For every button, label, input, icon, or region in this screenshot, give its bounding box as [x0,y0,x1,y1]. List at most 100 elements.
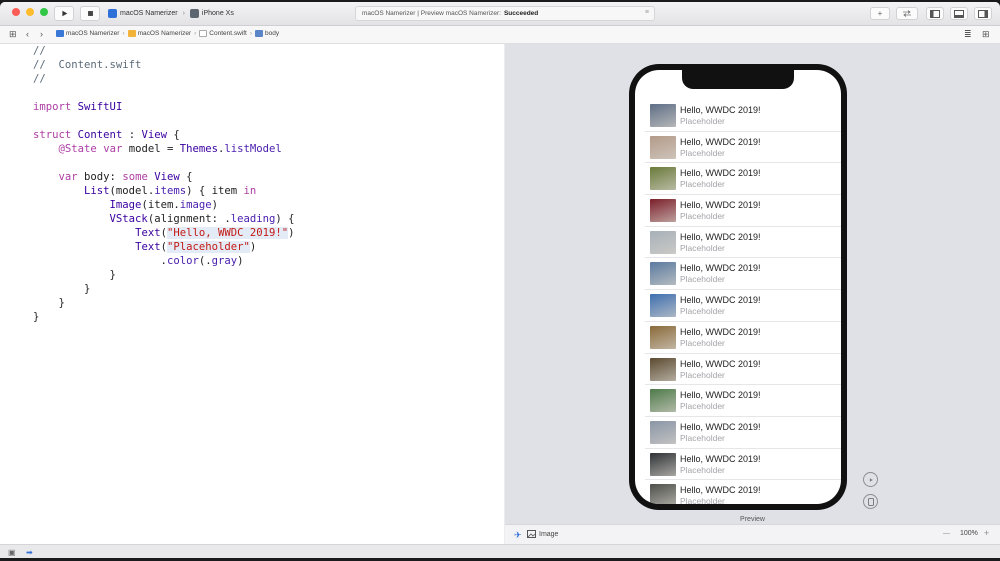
list-item[interactable]: Hello, WWDC 2019! Placeholder [645,385,841,417]
close-window-button[interactable] [12,8,20,16]
code-view[interactable]: //// Content.swift// import SwiftUI struct… [33,44,295,324]
chevron-right-icon: › [249,30,253,37]
code-line[interactable]: Image(item.image) [33,198,295,212]
code-line[interactable]: // [33,72,295,86]
code-line[interactable]: import SwiftUI [33,100,295,114]
pin-preview-button[interactable]: ✈ [514,530,522,541]
adjust-editor-icon[interactable]: ≣ [964,29,972,40]
device-icon [189,9,199,18]
property-icon [255,30,264,37]
zoom-in-button[interactable]: + [984,528,989,538]
list-item-image [650,420,676,444]
related-items-icon[interactable]: ⊞ [9,29,17,40]
code-line[interactable]: .color(.gray) [33,254,295,268]
device-notch [682,70,794,89]
list-item-image [650,357,676,381]
left-panel-icon [930,9,940,18]
swift-file-icon [199,30,208,37]
code-line[interactable]: VStack(alignment: .leading) { [33,212,295,226]
chevron-right-icon: › [122,30,125,37]
preview-label: Preview [740,516,765,523]
list-item[interactable]: Hello, WWDC 2019! Placeholder [645,322,841,354]
toggle-debug-button[interactable] [950,7,968,20]
run-button[interactable] [54,6,74,21]
xcode-window: macOS Namerizer › iPhone Xs macOS Nameri… [0,2,1000,558]
scheme-name: macOS Namerizer [120,10,178,17]
live-preview-button[interactable] [863,472,878,487]
list-item[interactable]: Hello, WWDC 2019! Placeholder [645,258,841,291]
activity-menu-icon[interactable]: ≡ [645,9,649,16]
pin-icon: ✈ [514,530,522,540]
code-line[interactable]: var body: some View { [33,170,295,184]
list-item[interactable]: Hello, WWDC 2019! Placeholder [645,227,841,259]
selected-item[interactable]: Image [527,530,558,538]
list-item[interactable]: Hello, WWDC 2019! Placeholder [645,290,841,322]
list-item[interactable]: Hello, WWDC 2019! Placeholder [645,100,841,132]
list-item[interactable]: Hello, WWDC 2019! Placeholder [645,417,841,449]
breadcrumb-project[interactable]: macOS Namerizer [56,30,119,37]
back-icon[interactable]: ‹ [26,29,29,39]
hide-debug-area-icon[interactable]: ▣ [8,548,16,557]
code-line[interactable]: } [33,296,295,310]
preview-list[interactable]: Hello, WWDC 2019! Placeholder Hello, WWDC … [645,100,841,504]
breadcrumb: macOS Namerizer › macOS Namerizer › Cont… [56,30,279,37]
forward-icon[interactable]: › [40,29,43,39]
list-item-title: Hello, WWDC 2019! [680,263,761,274]
canvas-bottom-bar: ✈ Image — 100% + [505,524,1000,544]
code-line[interactable]: Text("Placeholder") [33,240,295,254]
zoom-out-button[interactable]: — [943,530,950,537]
breadcrumb-file[interactable]: Content.swift [199,30,247,37]
code-line[interactable]: @State var model = Themes.listModel [33,142,295,156]
add-editor-icon[interactable]: ⊞ [982,29,990,40]
list-item[interactable]: Hello, WWDC 2019! Placeholder [645,132,841,164]
breadcrumb-label: body [265,30,280,37]
list-item-image [650,199,676,223]
code-line[interactable]: } [33,310,295,324]
code-line[interactable]: // [33,44,295,58]
list-item[interactable]: Hello, WWDC 2019! Placeholder [645,195,841,227]
list-item-title: Hello, WWDC 2019! [680,453,761,464]
list-item-image [650,389,676,413]
code-line[interactable] [33,156,295,170]
code-line[interactable] [33,86,295,100]
code-line[interactable]: } [33,268,295,282]
list-item[interactable]: Hello, WWDC 2019! Placeholder [645,354,841,386]
source-editor[interactable]: //// Content.swift// import SwiftUI struct… [0,44,504,544]
zoom-level-label: 100% [960,530,978,537]
list-item-image [650,484,676,504]
code-line[interactable]: // Content.swift [33,58,295,72]
code-line[interactable]: List(model.items) { item in [33,184,295,198]
list-item[interactable]: Hello, WWDC 2019! Placeholder [645,163,841,196]
scheme-selector[interactable]: macOS Namerizer › iPhone Xs [108,6,234,21]
iphone-frame: Hello, WWDC 2019! Placeholder Hello, WWDC … [629,64,847,510]
app-icon [108,9,117,18]
zoom-window-button[interactable] [40,8,48,16]
activity-status: Succeeded [503,10,539,17]
toggle-inspector-button[interactable] [974,7,992,20]
library-button[interactable]: + [870,7,890,20]
device-name: iPhone Xs [201,10,234,17]
stop-button[interactable] [80,6,100,21]
breadcrumb-folder[interactable]: macOS Namerizer [127,30,192,37]
list-item-title: Hello, WWDC 2019! [680,326,761,337]
breadcrumb-symbol[interactable]: body [255,30,279,37]
minimize-window-button[interactable] [26,8,34,16]
list-item-subtitle: Placeholder [680,306,725,317]
breakpoints-icon[interactable]: ➡ [26,548,33,557]
chevron-right-icon: › [194,30,197,37]
list-item-title: Hello, WWDC 2019! [680,390,761,401]
zoom-level[interactable]: 100% [960,530,978,537]
toggle-navigator-button[interactable] [926,7,944,20]
list-item-image [650,452,676,476]
breadcrumb-label: macOS Namerizer [137,30,192,37]
code-line[interactable] [33,114,295,128]
code-line[interactable]: } [33,282,295,296]
code-line[interactable]: struct Content : View { [33,128,295,142]
preview-on-device-button[interactable] [863,494,878,509]
list-item[interactable]: Hello, WWDC 2019! Placeholder [645,480,841,504]
list-item[interactable]: Hello, WWDC 2019! Placeholder [645,449,841,481]
code-line[interactable]: Text("Hello, WWDC 2019!") [33,226,295,240]
list-item-title: Hello, WWDC 2019! [680,295,761,306]
back-forward-button[interactable] [896,7,918,20]
list-item-subtitle: Placeholder [680,369,725,380]
